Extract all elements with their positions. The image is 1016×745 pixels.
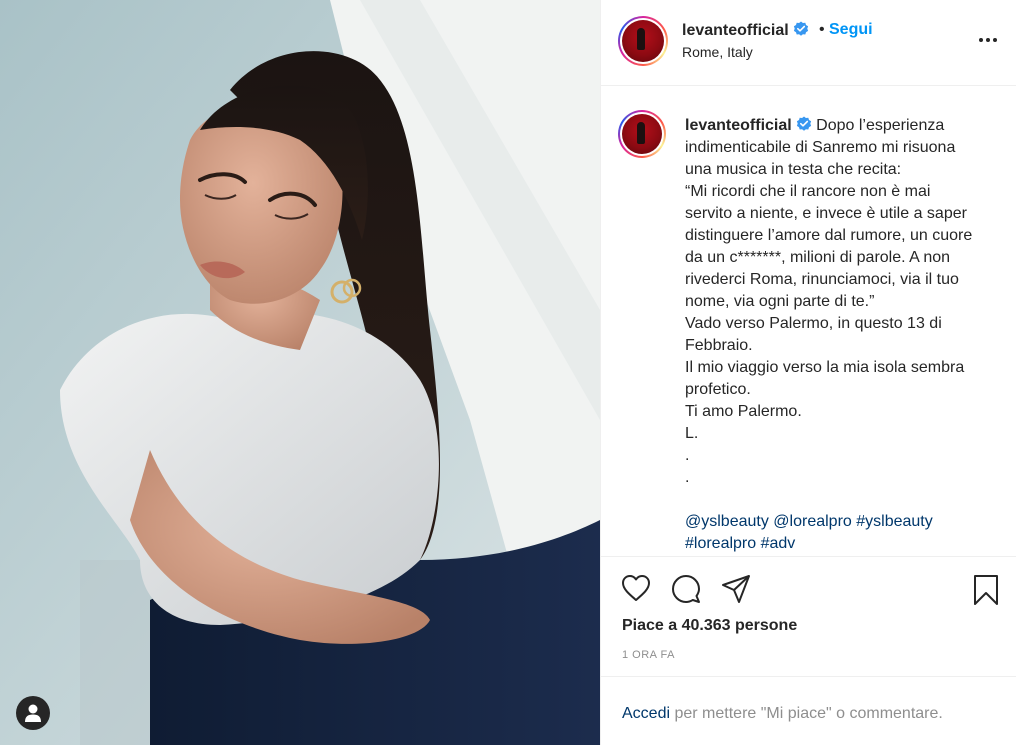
caption-line: Il mio viaggio verso la mia isola sembra: [685, 359, 965, 376]
separator-dot: •: [819, 21, 825, 38]
post-header: levanteofficial • Segui Rome, Italy: [601, 0, 1016, 86]
comments-area: levanteofficial Dopo l’esperienza indime…: [601, 86, 1016, 556]
caption-line: rivederci Roma, rinunciamoci, via il tuo: [685, 271, 959, 288]
caption-line: distinguere l’amore dal rumore, un cuore: [685, 227, 973, 244]
post-side-panel: levanteofficial • Segui Rome, Italy leva…: [600, 0, 1016, 745]
caption-line: nome, via ogni parte di te.”: [685, 293, 875, 310]
caption-avatar[interactable]: [618, 110, 666, 158]
caption-line: Ti amo Palermo.: [685, 403, 802, 420]
share-button[interactable]: [721, 574, 751, 609]
caption-line: Dopo l’esperienza: [816, 117, 945, 134]
hashtag-block: @yslbeauty @lorealpro #yslbeauty #loreal…: [685, 511, 1000, 555]
comment-icon: [672, 575, 700, 603]
hashtag-link[interactable]: #lorealpro: [685, 535, 756, 552]
hashtag-link[interactable]: @yslbeauty: [685, 513, 769, 530]
header-username-row: levanteofficial: [682, 21, 809, 40]
hashtag-link[interactable]: @lorealpro: [773, 513, 852, 530]
caption-line: Febbraio.: [685, 337, 753, 354]
post-caption: levanteofficial Dopo l’esperienza indime…: [685, 115, 1000, 555]
user-tag-button[interactable]: [16, 696, 50, 730]
avatar[interactable]: [618, 16, 668, 66]
verified-badge-icon: [793, 21, 808, 36]
location-link[interactable]: Rome, Italy: [682, 44, 753, 60]
caption-line: .: [685, 447, 690, 464]
login-text: Accedi per mettere "Mi piace" o commenta…: [622, 705, 943, 723]
comment-button[interactable]: [671, 574, 701, 609]
likes-count[interactable]: Piace a 40.363 persone: [622, 617, 797, 635]
more-options-button[interactable]: [978, 30, 998, 48]
caption-line: “Mi ricordi che il rancore non è mai: [685, 183, 931, 200]
post-timestamp[interactable]: 1 ORA FA: [622, 649, 675, 661]
save-button[interactable]: [973, 574, 999, 611]
like-button[interactable]: [621, 574, 651, 607]
heart-icon: [622, 575, 650, 601]
caption-line: L.: [685, 425, 699, 442]
post-photo[interactable]: [0, 0, 600, 745]
caption-username[interactable]: levanteofficial: [685, 117, 792, 134]
caption-line: una musica in testa che recita:: [685, 161, 902, 178]
verified-badge-icon: [796, 116, 811, 131]
bookmark-icon: [974, 575, 998, 605]
caption-line: profetico.: [685, 381, 751, 398]
caption-line: indimenticabile di Sanremo mi risuona: [685, 139, 956, 156]
share-icon: [722, 575, 750, 603]
caption-line: da un c*******, milioni di parole. A non: [685, 249, 951, 266]
caption-line: .: [685, 469, 690, 486]
caption-line: servito a niente, e invece è utile a sap…: [685, 205, 967, 222]
follow-button[interactable]: Segui: [829, 21, 873, 39]
hashtag-link[interactable]: #adv: [761, 535, 796, 552]
photo-illustration: [0, 0, 600, 745]
caption-line: Vado verso Palermo, in questo 13 di: [685, 315, 942, 332]
more-options-icon: [979, 38, 997, 42]
post-actions: [601, 556, 1016, 612]
login-link[interactable]: Accedi: [622, 705, 670, 722]
login-prompt: Accedi per mettere "Mi piace" o commenta…: [601, 676, 1016, 745]
user-tag-icon: [25, 704, 41, 722]
header-username[interactable]: levanteofficial: [682, 22, 789, 39]
login-rest: per mettere "Mi piace" o commentare.: [670, 705, 943, 722]
hashtag-link[interactable]: #yslbeauty: [856, 513, 933, 530]
